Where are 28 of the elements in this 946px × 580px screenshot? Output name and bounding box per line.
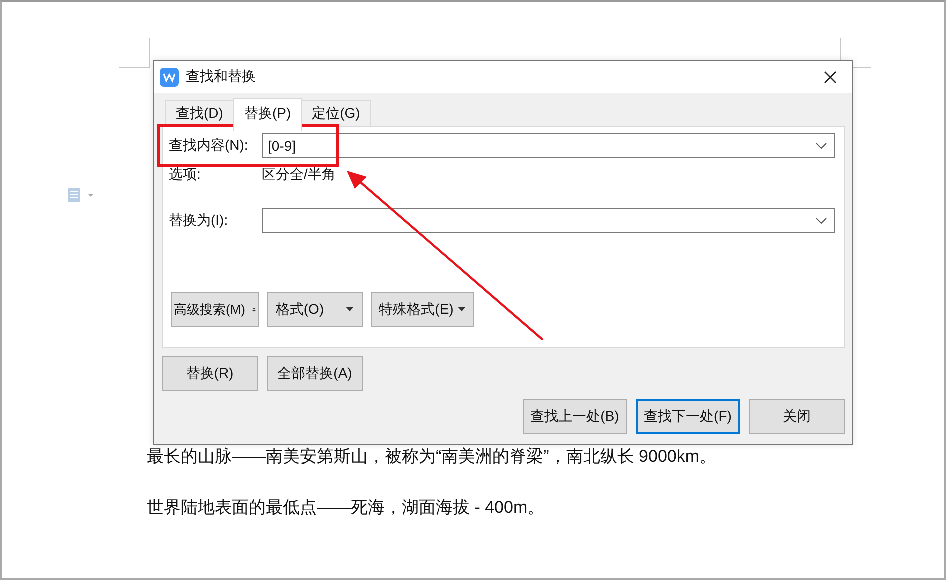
tab[interactable]: 替换(P): [233, 98, 302, 131]
option-button[interactable]: 特殊格式(E): [371, 292, 474, 327]
chevron-down-icon[interactable]: [816, 218, 827, 224]
dropdown-arrow-icon: [346, 307, 354, 312]
option-button[interactable]: 格式(O): [267, 292, 363, 327]
close-icon[interactable]: [824, 70, 837, 84]
double-chevron-icon: [252, 306, 256, 314]
options-label: 选项:: [169, 166, 202, 184]
dialog-button[interactable]: 查找下一处(F): [636, 399, 740, 434]
dialog-button[interactable]: 查找上一处(B): [523, 399, 627, 434]
chevron-down-icon[interactable]: [816, 142, 827, 148]
replace-button[interactable]: 替换(R): [162, 356, 258, 391]
dropdown-arrow-icon: [458, 307, 466, 312]
options-value: 区分全/半角: [262, 166, 336, 184]
tab[interactable]: 查找(D): [165, 100, 234, 126]
app-logo-icon: [160, 68, 179, 86]
paragraph: 最长的山脉——南美安第斯山，被称为“南美洲的脊梁”，南北纵长 9000km。: [147, 446, 718, 467]
field-label: 替换为(I):: [169, 212, 230, 230]
find-field[interactable]: [0-9]: [262, 133, 835, 158]
option-button[interactable]: 高级搜索(M): [171, 292, 259, 327]
paragraph: 世界陆地表面的最低点——死海，湖面海拔 - 400m。: [147, 497, 546, 518]
field-label: 查找内容(N):: [169, 136, 250, 154]
tab[interactable]: 定位(G): [301, 100, 372, 126]
margin-corner-mark: [119, 38, 150, 68]
dialog-button[interactable]: 关闭: [749, 399, 845, 434]
dialog-title: 查找和替换: [186, 68, 256, 86]
replace-button[interactable]: 全部替换(A): [267, 356, 363, 391]
replace-field[interactable]: [262, 208, 835, 233]
